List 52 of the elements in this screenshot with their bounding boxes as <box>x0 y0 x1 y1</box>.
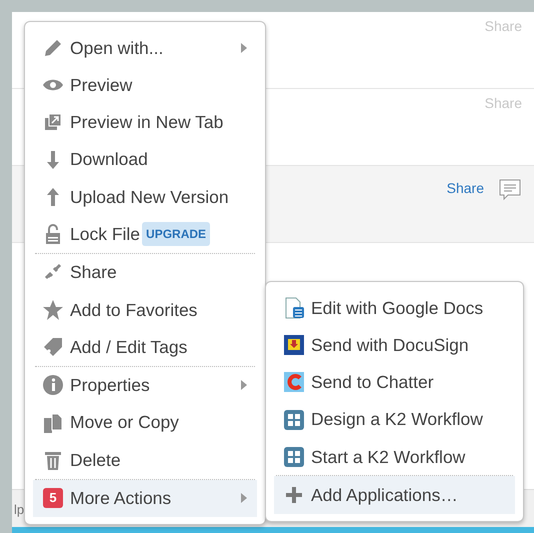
menu-item[interactable]: Open with... <box>33 29 257 66</box>
menu-item[interactable]: Start a K2 Workflow <box>274 438 515 476</box>
item-label: Add to Favorites <box>70 298 198 322</box>
menu-item[interactable]: Properties <box>33 366 257 404</box>
menu-item[interactable]: Upload New Version <box>33 178 257 216</box>
comment-icon[interactable] <box>498 178 522 202</box>
menu-item[interactable]: 5 More Actions <box>33 480 257 517</box>
menu-item[interactable]: Preview in New Tab <box>33 104 257 141</box>
menu-item[interactable]: Download <box>33 140 257 178</box>
item-label: Add / Edit Tags <box>70 336 188 359</box>
item-label: Delete <box>70 448 121 472</box>
item-label: Send with DocuSign <box>311 334 469 357</box>
item-label: Open with... <box>70 36 164 60</box>
item-label: Preview <box>70 74 132 97</box>
item-label: Lock File <box>70 223 140 246</box>
item-label: Preview in New Tab <box>70 111 224 134</box>
menu-item[interactable]: Edit with Google Docs <box>274 289 515 326</box>
menu-item[interactable]: Share <box>33 254 257 292</box>
item-label: Design a K2 Workflow <box>311 408 483 432</box>
item-label: Start a K2 Workflow <box>311 446 466 469</box>
item-label: Properties <box>70 374 150 398</box>
chatter-logo-icon <box>283 371 305 394</box>
count-badge: 5 <box>43 488 63 508</box>
grid-app-icon <box>283 446 305 468</box>
download-box-icon <box>283 334 305 356</box>
info-icon <box>42 374 64 396</box>
grid-app-icon <box>283 408 305 431</box>
menu-item[interactable]: Lock File UPGRADE <box>33 215 257 253</box>
item-label: Share <box>70 261 117 284</box>
menu-item[interactable]: Preview <box>33 66 257 104</box>
menu-item[interactable]: Move or Copy <box>33 404 257 442</box>
item-label: Edit with Google Docs <box>311 296 484 320</box>
menu-item[interactable]: Send to Chatter <box>274 364 515 401</box>
item-label: Move or Copy <box>70 411 179 434</box>
copy-icon <box>42 412 64 434</box>
tag-icon <box>42 336 64 358</box>
share-link[interactable]: Share <box>446 178 484 199</box>
menu-item[interactable]: Add / Edit Tags <box>33 328 257 366</box>
document-icon <box>283 296 305 319</box>
menu-item[interactable]: Add Applications… <box>274 476 515 514</box>
star-icon <box>42 298 64 321</box>
item-label: Add Applications… <box>311 484 458 507</box>
item-label: Send to Chatter <box>311 371 434 394</box>
footer-text: lp <box>14 502 24 517</box>
menu-item[interactable]: Design a K2 Workflow <box>274 400 515 438</box>
menu-item[interactable]: Send with DocuSign <box>274 326 515 364</box>
menu-item[interactable]: Delete <box>33 441 257 479</box>
upgrade-badge: UPGRADE <box>142 222 210 246</box>
menu-item[interactable]: Add to Favorites <box>33 291 257 328</box>
item-label: Download <box>70 148 148 172</box>
item-label: More Actions <box>70 487 172 510</box>
item-label: Upload New Version <box>70 186 229 209</box>
